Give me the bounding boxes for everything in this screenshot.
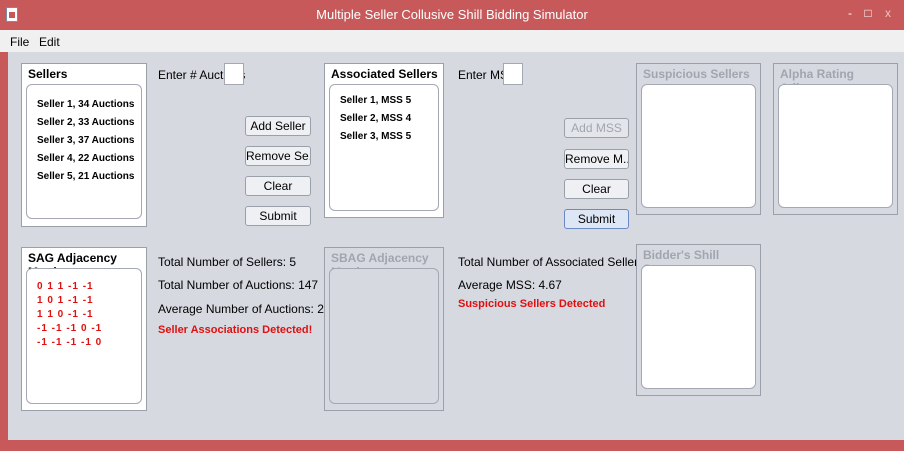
menu-edit[interactable]: Edit [39, 35, 60, 49]
average-mss-text: Average MSS: 4.67 [458, 278, 562, 292]
sbag-matrix-area[interactable] [329, 268, 439, 404]
list-item[interactable]: Seller 1, 34 Auctions [37, 99, 134, 110]
sbag-matrix-panel: SBAG Adjacency Matrix [324, 247, 444, 411]
list-item[interactable]: Seller 3, MSS 5 [340, 131, 411, 142]
matrix-row: 1 1 0 -1 -1 [37, 309, 94, 320]
seller-associations-alert: Seller Associations Detected! [158, 324, 313, 336]
matrix-row: -1 -1 -1 0 -1 [37, 323, 103, 334]
clear-sellers-button[interactable]: Clear [245, 176, 311, 196]
auctions-input[interactable] [224, 63, 244, 85]
title-bar[interactable]: Multiple Seller Collusive Shill Bidding … [0, 0, 904, 30]
remove-mss-button[interactable]: Remove M... [564, 149, 629, 169]
window-border-bottom [8, 440, 904, 451]
remove-seller-button[interactable]: Remove Se... [245, 146, 311, 166]
maximize-button[interactable]: □ [860, 3, 876, 25]
alpha-rating-panel: Alpha Rating Adjustment [773, 63, 898, 215]
window-border-left [0, 52, 8, 451]
menu-file[interactable]: File [10, 35, 29, 49]
total-auctions-text: Total Number of Auctions: 147 [158, 278, 319, 292]
menu-bar: File Edit [0, 30, 904, 53]
submit-sellers-button[interactable]: Submit [245, 206, 311, 226]
add-seller-button[interactable]: Add Seller [245, 116, 311, 136]
list-item[interactable]: Seller 5, 21 Auctions [37, 171, 134, 182]
list-item[interactable]: Seller 2, MSS 4 [340, 113, 411, 124]
window-title: Multiple Seller Collusive Shill Bidding … [316, 7, 588, 22]
sellers-header: Sellers [28, 67, 68, 81]
sellers-panel: Sellers Seller 1, 34 Auctions Seller 2, … [21, 63, 147, 227]
list-item[interactable]: Seller 2, 33 Auctions [37, 117, 134, 128]
average-auctions-text: Average Number of Auctions: 29.4 [158, 302, 341, 316]
suspicious-sellers-panel: Suspicious Sellers [636, 63, 761, 215]
minimize-button[interactable]: - [840, 3, 860, 25]
shill-scores-panel: Bidder's Shill Scores [636, 244, 761, 396]
mss-input[interactable] [503, 63, 523, 85]
list-item[interactable]: Seller 3, 37 Auctions [37, 135, 134, 146]
suspicious-sellers-list[interactable] [641, 84, 756, 208]
associated-sellers-list[interactable]: Seller 1, MSS 5 Seller 2, MSS 4 Seller 3… [329, 84, 439, 211]
shill-scores-list[interactable] [641, 265, 756, 389]
total-sellers-text: Total Number of Sellers: 5 [158, 255, 297, 269]
sag-matrix-panel: SAG Adjacency Matrix 0 1 1 -1 -1 1 0 1 -… [21, 247, 147, 411]
app-window: Multiple Seller Collusive Shill Bidding … [0, 0, 904, 451]
alpha-rating-list[interactable] [778, 84, 893, 208]
list-item[interactable]: Seller 4, 22 Auctions [37, 153, 134, 164]
suspicious-sellers-alert: Suspicious Sellers Detected [458, 298, 606, 310]
submit-mss-button[interactable]: Submit [564, 209, 629, 229]
sellers-list[interactable]: Seller 1, 34 Auctions Seller 2, 33 Aucti… [26, 84, 142, 219]
list-item[interactable]: Seller 1, MSS 5 [340, 95, 411, 106]
close-button[interactable]: x [878, 3, 898, 25]
associated-sellers-panel: Associated Sellers Seller 1, MSS 5 Selle… [324, 63, 444, 218]
matrix-row: 1 0 1 -1 -1 [37, 295, 94, 306]
sag-matrix-area[interactable]: 0 1 1 -1 -1 1 0 1 -1 -1 1 1 0 -1 -1 -1 -… [26, 268, 142, 404]
suspicious-sellers-header: Suspicious Sellers [643, 67, 750, 81]
clear-mss-button[interactable]: Clear [564, 179, 629, 199]
matrix-row: -1 -1 -1 -1 0 [37, 337, 103, 348]
matrix-row: 0 1 1 -1 -1 [37, 281, 94, 292]
associated-sellers-header: Associated Sellers [331, 67, 438, 81]
add-mss-button[interactable]: Add MSS [564, 118, 629, 138]
total-associated-text: Total Number of Associated Sellers: 3 [458, 255, 658, 269]
